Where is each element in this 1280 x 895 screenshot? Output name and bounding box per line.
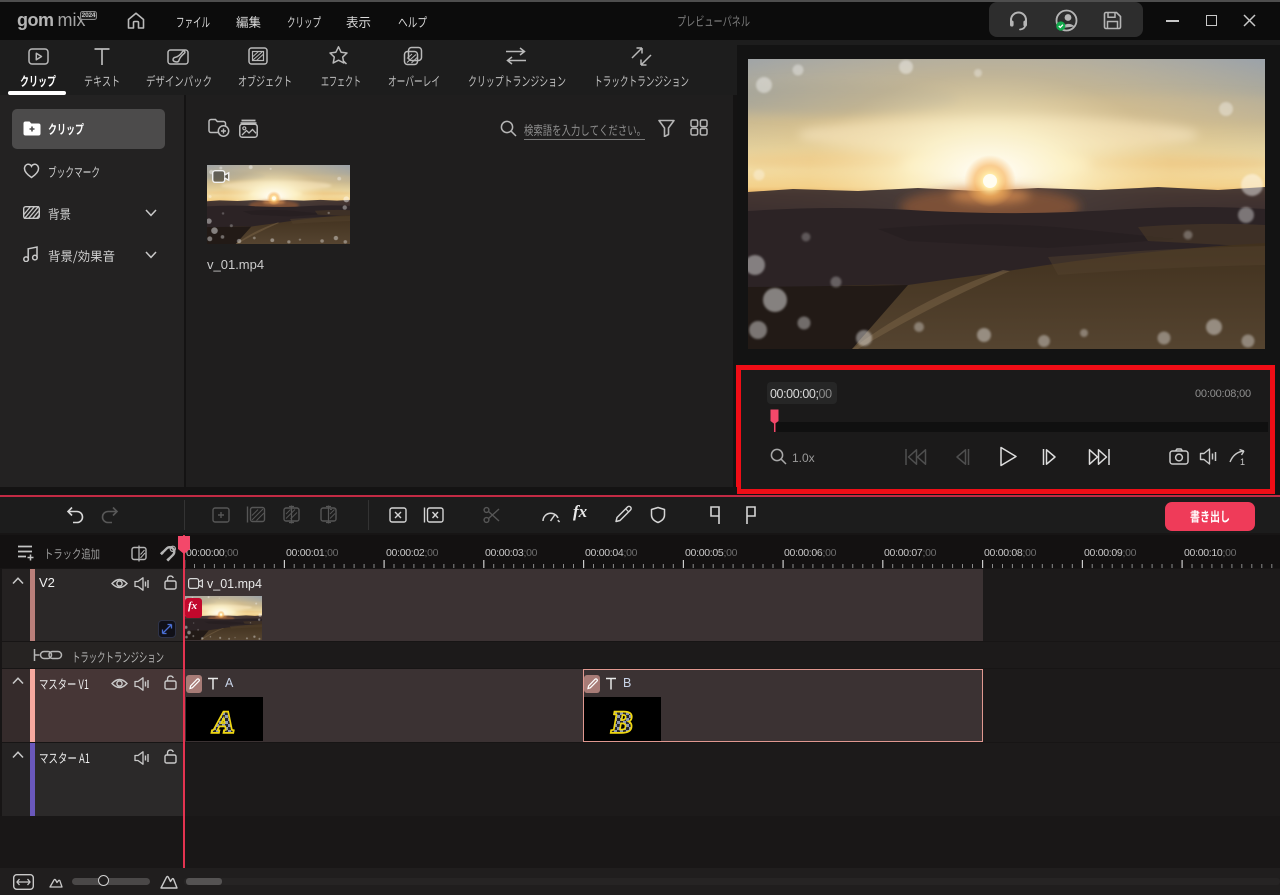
svg-text:1: 1	[1240, 457, 1245, 466]
svg-text:B: B	[611, 706, 632, 739]
svg-text:A: A	[212, 706, 234, 739]
